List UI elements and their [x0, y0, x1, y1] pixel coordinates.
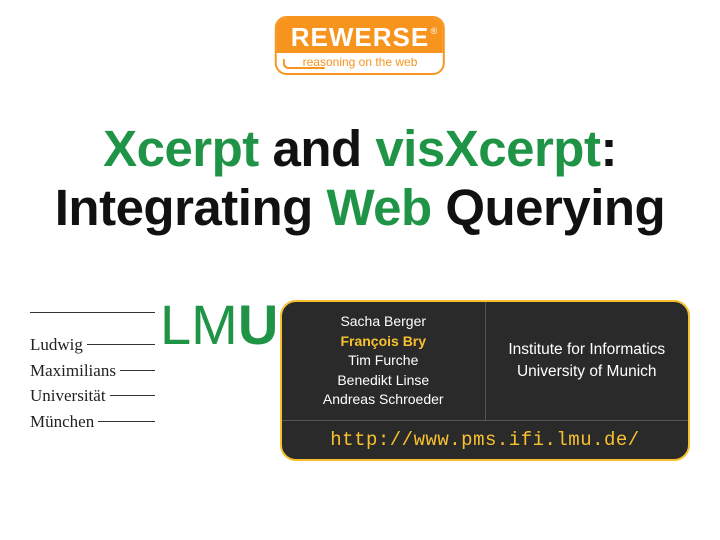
lmu-letter-l: L — [160, 293, 191, 356]
institute-block: Institute for Informatics University of … — [486, 302, 689, 420]
lmu-letter-u: U — [238, 293, 278, 356]
author-3: Benedikt Linse — [296, 371, 471, 391]
lmu-word-1: Maximilians — [30, 358, 116, 384]
lmu-rule-top — [30, 312, 155, 313]
slide-title: Xcerpt and visXcerpt: Integrating Web Qu… — [0, 120, 720, 237]
title-word-xcerpt: Xcerpt — [103, 120, 259, 177]
institute-line-1: Institute for Informatics — [500, 339, 675, 361]
title-word-integrating: Integrating — [55, 179, 327, 236]
title-word-web: Web — [326, 179, 431, 236]
institute-line-2: University of Munich — [500, 361, 675, 383]
url-bar: http://www.pms.ifi.lmu.de/ — [282, 420, 688, 459]
rewerse-logo-text: REWERSE — [291, 22, 429, 52]
author-2: Tim Furche — [296, 351, 471, 371]
title-word-and: and — [259, 120, 376, 177]
info-box: Sacha Berger François Bry Tim Furche Ben… — [280, 300, 690, 461]
title-word-querying: Querying — [432, 179, 666, 236]
title-word-visxcerpt: visXcerpt — [375, 120, 600, 177]
lmu-letters: LMU — [160, 292, 278, 357]
rewerse-tagline: reasoning on the web — [277, 53, 443, 73]
author-1: François Bry — [296, 332, 471, 352]
lmu-letter-m: M — [191, 293, 238, 356]
lmu-words: Ludwig Maximilians Universität München — [30, 332, 155, 434]
lmu-word-3: München — [30, 409, 94, 435]
title-colon: : — [600, 120, 616, 177]
registered-mark: ® — [431, 26, 438, 36]
author-4: Andreas Schroeder — [296, 390, 471, 410]
rewerse-logo: REWERSE ® reasoning on the web — [275, 16, 445, 75]
author-0: Sacha Berger — [296, 312, 471, 332]
authors-list: Sacha Berger François Bry Tim Furche Ben… — [282, 302, 486, 420]
lmu-word-0: Ludwig — [30, 332, 83, 358]
lmu-word-2: Universität — [30, 383, 106, 409]
